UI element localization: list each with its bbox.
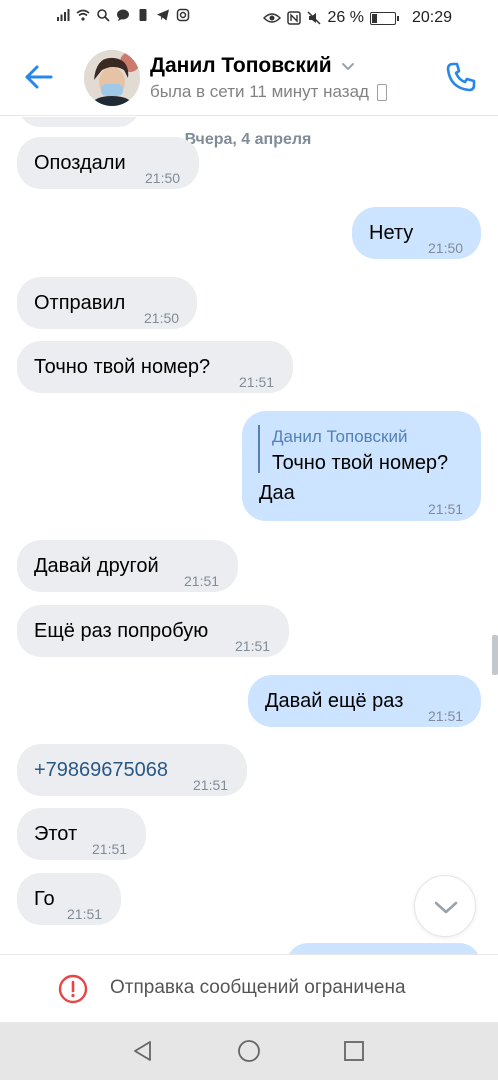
eye-icon: [263, 13, 282, 23]
back-arrow-icon[interactable]: [22, 60, 56, 94]
clock: 20:29: [411, 9, 452, 26]
phone-number-link[interactable]: +79869675068: [34, 758, 168, 782]
message-time: 21:51: [428, 708, 464, 724]
message-text: Даа: [259, 482, 295, 504]
message-time: 21:50: [428, 240, 464, 256]
search-icon: [97, 9, 110, 22]
battery-percent: 26 %: [327, 9, 364, 26]
contact-status-row: была в сети 11 минут назад: [150, 82, 387, 102]
avatar-photo: [84, 50, 140, 106]
message-text: Точно твой номер?: [34, 356, 211, 378]
message-bubble-outgoing[interactable]: Нету 21:50: [352, 207, 481, 259]
message-time: 21:51: [428, 501, 464, 517]
message-time: 21:50: [144, 310, 180, 326]
message-time: 21:51: [92, 841, 128, 857]
telegram-icon: [157, 9, 169, 21]
message-text: Го: [34, 888, 55, 910]
chevron-down-icon: [434, 901, 458, 914]
message-text: Этот: [34, 823, 78, 845]
message-bubble-outgoing[interactable]: Давай ещё раз 21:51: [248, 675, 481, 727]
instagram-icon: [176, 8, 190, 22]
mute-icon: [307, 11, 322, 25]
battery-icon: [369, 11, 399, 25]
message-text: Отправил: [34, 292, 126, 314]
message-bubble-reply[interactable]: Данил Топовский Точно твой номер? Даа 21…: [242, 411, 481, 521]
message-list[interactable]: Вчера, 4 апреля Опоздали 21:50 Нету 21:5…: [0, 117, 498, 954]
back-triangle-icon[interactable]: [131, 1039, 155, 1063]
message-time: 21:51: [239, 374, 275, 390]
message-text: Ещё раз попробую: [34, 620, 209, 642]
message-time: 21:51: [184, 573, 220, 589]
status-icons-right: 26 % 20:29: [263, 9, 452, 27]
message-bubble-incoming[interactable]: Давай другой 21:51: [17, 540, 238, 592]
phone-call-icon[interactable]: [444, 60, 478, 94]
message-bubble-incoming[interactable]: Отправил 21:50: [17, 277, 197, 329]
nfc-icon: [287, 11, 302, 25]
message-time: 21:51: [235, 638, 271, 654]
message-bubble-incoming[interactable]: +79869675068 21:51: [17, 744, 247, 796]
sim-icon: [139, 9, 147, 21]
messaging-restricted-bar: Отправка сообщений ограничена: [0, 954, 498, 1022]
contact-name: Данил Топовский: [150, 54, 332, 77]
chevron-down-icon: [341, 63, 354, 70]
message-time: 21:51: [67, 906, 103, 922]
chat-header: Данил Топовский была в сети 11 минут наз…: [0, 38, 498, 116]
avatar[interactable]: [84, 50, 140, 106]
scrollbar-thumb[interactable]: [492, 635, 498, 675]
reply-quoted-text: Точно твой номер?: [272, 452, 449, 474]
reply-quote-bar: [258, 425, 260, 473]
message-text: Нету: [369, 222, 414, 244]
scroll-down-button[interactable]: [414, 875, 476, 937]
message-bubble-partial: [286, 943, 481, 954]
recents-square-icon[interactable]: [342, 1039, 366, 1063]
message-text: Давай ещё раз: [265, 690, 404, 712]
message-text: Давай другой: [34, 555, 159, 577]
contact-name-row[interactable]: Данил Топовский: [150, 54, 356, 78]
reply-author: Данил Топовский: [272, 427, 408, 446]
last-seen: была в сети 11 минут назад: [150, 82, 369, 101]
message-time: 21:50: [145, 170, 181, 186]
message-bubble-incoming[interactable]: Го 21:51: [17, 873, 121, 925]
home-circle-icon[interactable]: [237, 1039, 261, 1063]
message-text: Опоздали: [34, 152, 126, 174]
message-time: 21:51: [193, 777, 229, 793]
system-navigation-bar: [0, 1022, 498, 1080]
message-bubble-incoming[interactable]: Этот 21:51: [17, 808, 146, 860]
message-bubble-incoming[interactable]: Точно твой номер? 21:51: [17, 341, 293, 393]
battery-fill: [371, 13, 378, 23]
message-bubble-incoming[interactable]: Ещё раз попробую 21:51: [17, 605, 289, 657]
status-icons-left: [56, 8, 190, 22]
wifi-icon: [76, 9, 90, 21]
message-bubble-incoming[interactable]: Опоздали 21:50: [17, 137, 199, 189]
status-bar: 26 % 20:29: [0, 0, 498, 38]
restricted-message: Отправка сообщений ограничена: [110, 977, 406, 998]
message-bubble-partial: [18, 117, 140, 127]
warning-icon: [58, 974, 88, 1004]
message-icon: [117, 9, 129, 21]
mobile-device-icon: [376, 83, 387, 101]
signal-icon: [57, 9, 70, 21]
